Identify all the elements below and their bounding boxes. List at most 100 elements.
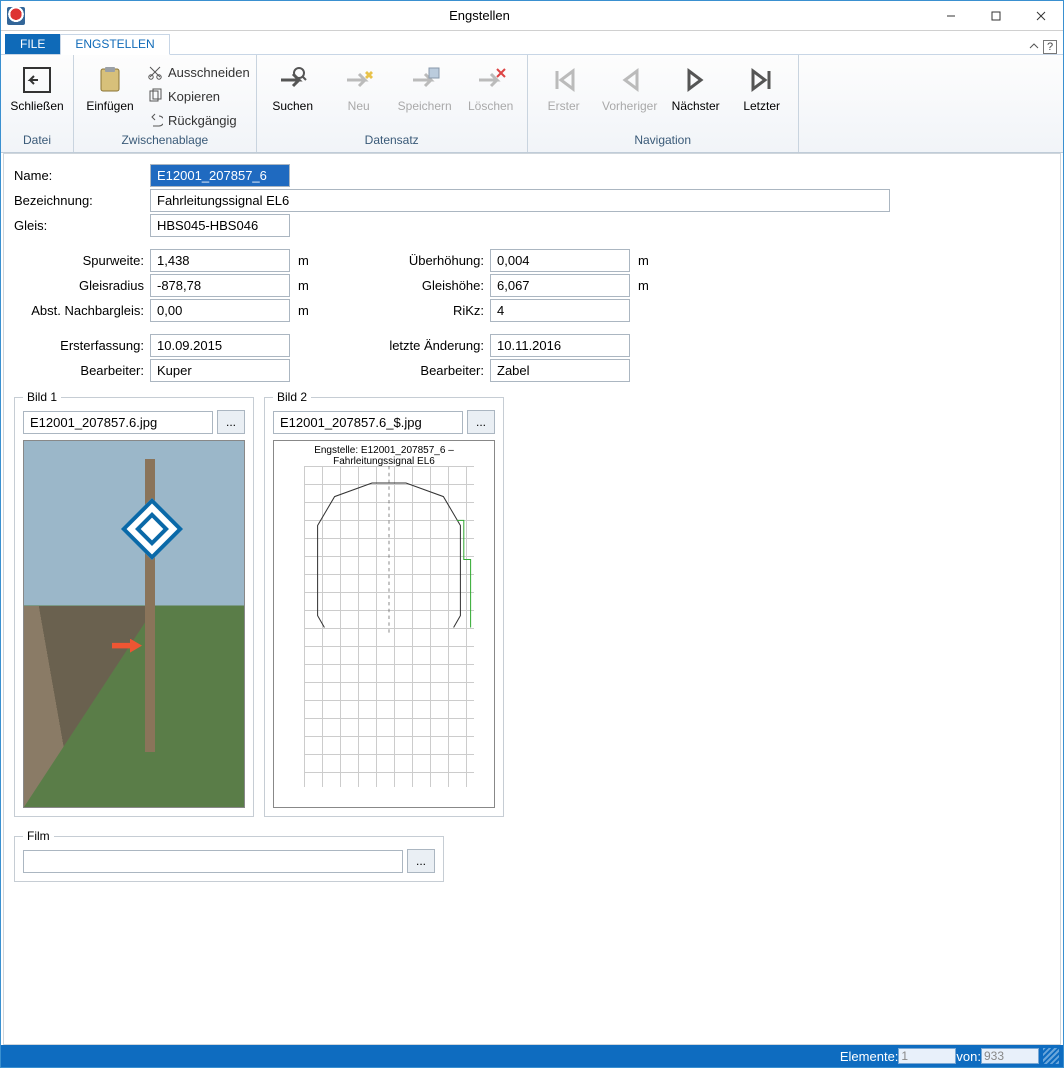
- label-rikz: RiKz:: [339, 303, 484, 318]
- unit-m: m: [298, 303, 309, 318]
- cut-button[interactable]: Ausschneiden: [146, 61, 250, 83]
- label-bez: Bezeichnung:: [14, 193, 144, 208]
- close-doc-button[interactable]: Schließen: [7, 59, 67, 118]
- delete-button: Löschen: [461, 59, 521, 118]
- ribbon-group-clipboard: Einfügen Ausschneiden Kopieren Rückgängi…: [74, 55, 257, 152]
- label-abst: Abst. Nachbargleis:: [14, 303, 144, 318]
- copy-button[interactable]: Kopieren: [146, 85, 250, 107]
- maximize-button[interactable]: [973, 2, 1018, 30]
- next-icon: [677, 64, 715, 96]
- group-title-record: Datensatz: [263, 131, 521, 150]
- spurweite-field[interactable]: [150, 249, 290, 272]
- label-gleis: Gleis:: [14, 218, 144, 233]
- first-icon: [545, 64, 583, 96]
- ersterfassung-field[interactable]: [150, 334, 290, 357]
- app-icon: [7, 7, 25, 25]
- bild2-group: Bild 2 ... Engstelle: E12001_207857_6 – …: [264, 390, 504, 817]
- group-title-clipboard: Zwischenablage: [80, 131, 250, 150]
- bild2-file-field[interactable]: [273, 411, 463, 434]
- film-browse-button[interactable]: ...: [407, 849, 435, 873]
- ribbon: Schließen Datei Einfügen Ausschneiden: [1, 55, 1063, 153]
- unit-m: m: [298, 253, 309, 268]
- status-elemente-label: Elemente:: [840, 1049, 899, 1064]
- new-button: Neu: [329, 59, 389, 118]
- prev-label: Vorheriger: [602, 99, 657, 113]
- ribbon-group-nav: Erster Vorheriger Nächster Letzter Navig…: [528, 55, 799, 152]
- unit-m: m: [638, 278, 649, 293]
- delete-icon: [472, 64, 510, 96]
- search-icon: [274, 64, 312, 96]
- ribbon-group-record: Suchen Neu Speichern Löschen Datensatz: [257, 55, 528, 152]
- last-icon: [743, 64, 781, 96]
- undo-label: Rückgängig: [168, 113, 237, 128]
- group-title-datei: Datei: [7, 131, 67, 150]
- cut-icon: [146, 63, 164, 81]
- rikz-field[interactable]: [490, 299, 630, 322]
- next-button[interactable]: Nächster: [666, 59, 726, 118]
- ribbon-group-datei: Schließen Datei: [1, 55, 74, 152]
- bild2-browse-button[interactable]: ...: [467, 410, 495, 434]
- bearbeiter-field[interactable]: [150, 359, 290, 382]
- last-label: Letzter: [743, 99, 780, 113]
- paste-icon: [91, 64, 129, 96]
- status-elemente-value: [898, 1048, 956, 1064]
- first-button: Erster: [534, 59, 594, 118]
- status-bar: Elemente: von:: [1, 1045, 1063, 1067]
- save-label: Speichern: [398, 99, 452, 113]
- bild1-image: [23, 440, 245, 808]
- tab-file[interactable]: FILE: [5, 34, 60, 54]
- gleis-field[interactable]: [150, 214, 290, 237]
- app-window: Engstellen FILE ENGSTELLEN ?: [0, 0, 1064, 1068]
- label-bearbeiter: Bearbeiter:: [14, 363, 144, 378]
- bearbeiter2-field[interactable]: [490, 359, 630, 382]
- group-title-nav: Navigation: [534, 131, 792, 150]
- prev-button: Vorheriger: [600, 59, 660, 118]
- name-field[interactable]: [150, 164, 290, 187]
- ueberhoehung-field[interactable]: [490, 249, 630, 272]
- letzte-field[interactable]: [490, 334, 630, 357]
- label-ueberhoehung: Überhöhung:: [339, 253, 484, 268]
- collapse-ribbon-icon[interactable]: [1029, 39, 1039, 54]
- help-icon[interactable]: ?: [1043, 40, 1057, 54]
- search-button[interactable]: Suchen: [263, 59, 323, 118]
- label-letzte: letzte Änderung:: [339, 338, 484, 353]
- search-label: Suchen: [272, 99, 313, 113]
- resize-grip[interactable]: [1043, 1048, 1059, 1064]
- bild2-legend: Bild 2: [273, 390, 311, 404]
- bild2-image: Engstelle: E12001_207857_6 – Fahrleitung…: [273, 440, 495, 808]
- bild2-diagram-title: Engstelle: E12001_207857_6 – Fahrleitung…: [274, 445, 494, 467]
- label-name: Name:: [14, 168, 144, 183]
- close-button[interactable]: [1018, 2, 1063, 30]
- new-label: Neu: [348, 99, 370, 113]
- new-icon: [340, 64, 378, 96]
- bild1-browse-button[interactable]: ...: [217, 410, 245, 434]
- save-icon: [406, 64, 444, 96]
- film-legend: Film: [23, 829, 54, 843]
- bezeichnung-field[interactable]: [150, 189, 890, 212]
- bild1-group: Bild 1 ...: [14, 390, 254, 817]
- save-button: Speichern: [395, 59, 455, 118]
- bild1-file-field[interactable]: [23, 411, 213, 434]
- paste-label: Einfügen: [86, 99, 133, 113]
- paste-button[interactable]: Einfügen: [80, 59, 140, 118]
- abst-field[interactable]: [150, 299, 290, 322]
- label-gleisradius: Gleisradius: [14, 278, 144, 293]
- gleisradius-field[interactable]: [150, 274, 290, 297]
- undo-icon: [146, 111, 164, 129]
- copy-icon: [146, 87, 164, 105]
- last-button[interactable]: Letzter: [732, 59, 792, 118]
- close-doc-icon: [18, 64, 56, 96]
- minimize-button[interactable]: [928, 2, 973, 30]
- label-ersterfassung: Ersterfassung:: [14, 338, 144, 353]
- delete-label: Löschen: [468, 99, 513, 113]
- tab-engstellen[interactable]: ENGSTELLEN: [60, 34, 169, 55]
- unit-m: m: [638, 253, 649, 268]
- undo-button[interactable]: Rückgängig: [146, 109, 250, 131]
- film-file-field[interactable]: [23, 850, 403, 873]
- prev-icon: [611, 64, 649, 96]
- label-bearbeiter2: Bearbeiter:: [339, 363, 484, 378]
- gleishoehe-field[interactable]: [490, 274, 630, 297]
- bild1-legend: Bild 1: [23, 390, 61, 404]
- label-spurweite: Spurweite:: [14, 253, 144, 268]
- copy-label: Kopieren: [168, 89, 220, 104]
